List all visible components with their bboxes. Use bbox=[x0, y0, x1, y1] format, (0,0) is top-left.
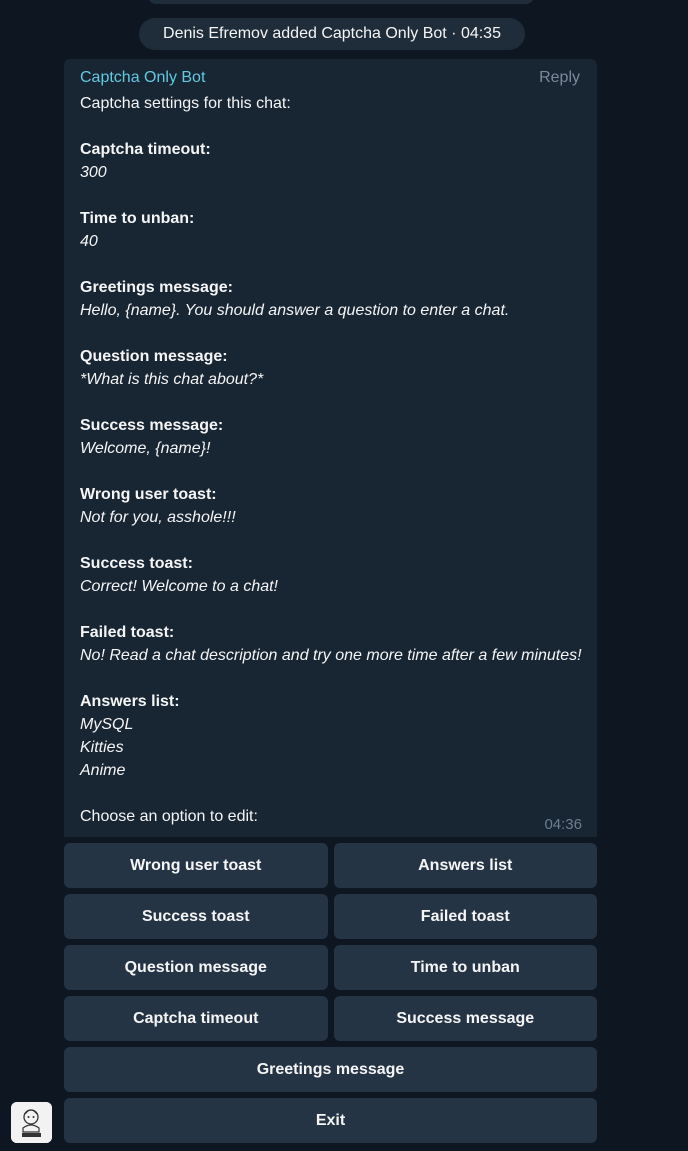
keyboard-button-time-to-unban[interactable]: Time to unban bbox=[333, 945, 597, 990]
bot-message-bubble: Captcha Only Bot Reply Captcha settings … bbox=[64, 59, 597, 837]
keyboard-button-question-message[interactable]: Question message bbox=[64, 945, 328, 990]
setting-value: Not for you, asshole!!! bbox=[80, 509, 236, 526]
previous-service-message-edge bbox=[148, 0, 534, 4]
setting-value: 300 bbox=[80, 164, 107, 181]
keyboard-row: Captcha timeout Success message bbox=[64, 996, 597, 1041]
service-message: Denis Efremov added Captcha Only Bot · 0… bbox=[139, 18, 525, 50]
keyboard-button-success-toast[interactable]: Success toast bbox=[64, 894, 328, 939]
bot-avatar[interactable] bbox=[11, 1102, 52, 1143]
setting-label: Question message: bbox=[80, 348, 228, 365]
keyboard-row: Wrong user toast Answers list bbox=[64, 843, 597, 888]
setting-label: Success message: bbox=[80, 417, 224, 434]
message-text: Captcha settings for this chat: Captcha … bbox=[80, 92, 585, 828]
setting-label: Captcha timeout: bbox=[80, 141, 211, 158]
keyboard-button-answers-list[interactable]: Answers list bbox=[333, 843, 597, 888]
keyboard-row: Exit bbox=[64, 1098, 597, 1143]
setting-value: Welcome, {name}! bbox=[80, 440, 211, 457]
inline-keyboard: Wrong user toast Answers list Success toas… bbox=[64, 843, 597, 1149]
keyboard-button-failed-toast[interactable]: Failed toast bbox=[333, 894, 597, 939]
keyboard-button-success-message[interactable]: Success message bbox=[333, 996, 597, 1041]
setting-value: Kitties bbox=[80, 739, 124, 756]
setting-value: 40 bbox=[80, 233, 98, 250]
setting-value: *What is this chat about?* bbox=[80, 371, 264, 388]
setting-label: Wrong user toast: bbox=[80, 486, 217, 503]
setting-value: Anime bbox=[80, 762, 126, 779]
setting-label: Answers list: bbox=[80, 693, 180, 710]
setting-label: Success toast: bbox=[80, 555, 193, 572]
setting-label: Failed toast: bbox=[80, 624, 175, 641]
keyboard-row: Success toast Failed toast bbox=[64, 894, 597, 939]
sender-name[interactable]: Captcha Only Bot bbox=[80, 69, 205, 87]
keyboard-row: Question message Time to unban bbox=[64, 945, 597, 990]
keyboard-button-wrong-user-toast[interactable]: Wrong user toast bbox=[64, 843, 328, 888]
settings-sections: Captcha timeout: 300 Time to unban: 40 Greet… bbox=[80, 115, 585, 782]
setting-label: Greetings message: bbox=[80, 279, 233, 296]
message-outro: Choose an option to edit: bbox=[80, 808, 258, 825]
keyboard-button-exit[interactable]: Exit bbox=[64, 1098, 597, 1143]
setting-value: MySQL bbox=[80, 716, 134, 733]
reply-button[interactable]: Reply bbox=[539, 69, 580, 87]
avatar-illustration-icon bbox=[11, 1102, 52, 1143]
message-time: 04:36 bbox=[544, 816, 582, 833]
message-intro: Captcha settings for this chat: bbox=[80, 95, 291, 112]
setting-value: Hello, {name}. You should answer a quest… bbox=[80, 302, 510, 319]
setting-value: No! Read a chat description and try one … bbox=[80, 647, 582, 664]
setting-label: Time to unban: bbox=[80, 210, 195, 227]
keyboard-button-captcha-timeout[interactable]: Captcha timeout bbox=[64, 996, 328, 1041]
keyboard-button-greetings-message[interactable]: Greetings message bbox=[64, 1047, 597, 1092]
setting-value: Correct! Welcome to a chat! bbox=[80, 578, 278, 595]
keyboard-row: Greetings message bbox=[64, 1047, 597, 1092]
